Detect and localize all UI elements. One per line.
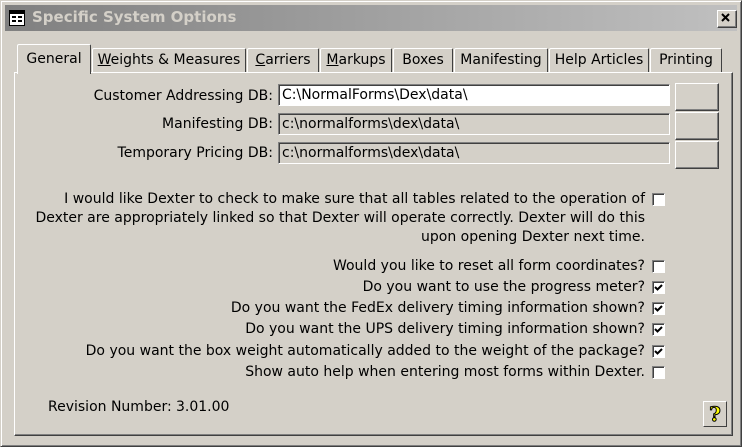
fedex-timing-checkbox[interactable] xyxy=(652,302,665,315)
ups-timing-label: Do you want the UPS delivery timing info… xyxy=(245,321,645,337)
tab-help-articles[interactable]: Help Articles xyxy=(549,48,649,73)
revision-number-label: Revision Number: xyxy=(48,399,172,415)
tab-printing-label: Printing xyxy=(659,52,713,68)
temporary-pricing-db-field[interactable]: c:\normalforms\dex\data\ xyxy=(278,142,670,164)
tab-manifesting-label: Manifesting xyxy=(460,52,542,68)
link-check-checkbox[interactable] xyxy=(652,193,665,206)
manifesting-db-field[interactable]: c:\normalforms\dex\data\ xyxy=(278,113,670,135)
box-weight-checkbox[interactable] xyxy=(652,345,665,358)
ups-timing-checkbox[interactable] xyxy=(652,323,665,336)
tab-help-articles-label: Help Articles xyxy=(554,52,644,68)
tab-general-label: General xyxy=(26,51,82,67)
customer-addressing-db-field[interactable]: C:\NormalForms\Dex\data\ xyxy=(278,84,670,106)
tab-carriers-accel: C xyxy=(255,52,266,68)
fedex-timing-label: Do you want the FedEx delivery timing in… xyxy=(230,300,645,316)
manifesting-browse-button[interactable] xyxy=(675,112,719,140)
help-button[interactable]: ? xyxy=(703,401,727,427)
link-check-text-line2: Dexter are appropriately linked so that … xyxy=(35,210,645,226)
svg-text:?: ? xyxy=(709,402,721,426)
tab-markups-rest: arkups xyxy=(338,52,386,68)
tab-weights-accel: W xyxy=(97,52,111,68)
close-icon xyxy=(721,13,730,22)
general-tab-panel: Customer Addressing DB: C:\NormalForms\D… xyxy=(14,72,733,436)
tab-carriers-rest: arriers xyxy=(265,52,311,68)
tab-manifesting[interactable]: Manifesting xyxy=(454,48,548,73)
manifesting-db-label: Manifesting DB: xyxy=(162,116,273,132)
progress-meter-checkbox[interactable] xyxy=(652,281,665,294)
tab-markups[interactable]: Markups xyxy=(320,48,392,73)
checkmark-icon xyxy=(654,284,663,291)
checkmark-icon xyxy=(654,348,663,355)
reset-coordinates-label: Would you like to reset all form coordin… xyxy=(332,258,645,274)
window-title: Specific System Options xyxy=(32,8,237,26)
tab-general[interactable]: General xyxy=(17,44,91,74)
tab-weights-rest: eights & Measures xyxy=(110,52,241,68)
close-button[interactable] xyxy=(717,10,737,28)
checkmark-icon xyxy=(654,326,663,333)
specific-system-options-window: Specific System Options General Weights … xyxy=(0,0,742,447)
checkmark-icon xyxy=(654,305,663,312)
customer-addressing-browse-button[interactable] xyxy=(675,83,719,111)
link-check-text-line3: upon opening Dexter next time. xyxy=(421,229,645,245)
tab-carriers[interactable]: Carriers xyxy=(247,48,319,73)
revision-number-value: 3.01.00 xyxy=(176,399,230,415)
form-icon xyxy=(9,10,25,26)
customer-addressing-db-label: Customer Addressing DB: xyxy=(93,88,273,104)
auto-help-label: Show auto help when entering most forms … xyxy=(245,364,645,380)
link-check-text-line1: I would like Dexter to check to make sur… xyxy=(64,191,645,207)
box-weight-label: Do you want the box weight automatically… xyxy=(85,343,645,359)
progress-meter-label: Do you want to use the progress meter? xyxy=(362,279,645,295)
auto-help-checkbox[interactable] xyxy=(652,366,665,379)
tab-weights-measures[interactable]: Weights & Measures xyxy=(92,48,246,73)
temporary-pricing-browse-button[interactable] xyxy=(675,141,719,169)
reset-coordinates-checkbox[interactable] xyxy=(652,260,665,273)
tab-markups-accel: M xyxy=(326,52,339,68)
temporary-pricing-db-label: Temporary Pricing DB: xyxy=(117,145,273,161)
tab-boxes[interactable]: Boxes xyxy=(393,48,453,73)
tab-printing[interactable]: Printing xyxy=(650,48,722,73)
tab-boxes-label: Boxes xyxy=(402,52,444,68)
question-mark-icon: ? xyxy=(709,402,722,426)
title-bar[interactable]: Specific System Options xyxy=(5,5,737,31)
